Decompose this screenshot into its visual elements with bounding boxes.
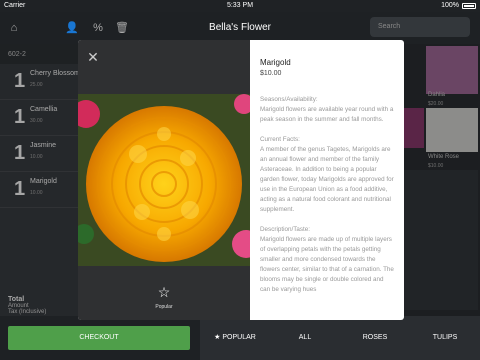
tab-roses[interactable]: ROSES bbox=[340, 316, 410, 360]
desc-heading: Current Facts: bbox=[260, 136, 300, 143]
favorite-label: Popular bbox=[155, 304, 173, 310]
search-input[interactable]: Search bbox=[370, 17, 470, 37]
battery-icon bbox=[462, 2, 476, 9]
product-detail-modal: ✕ ☆ Popular Marigold $10.00 Seasons/Avai… bbox=[78, 40, 404, 320]
status-bar: Carrier 5:33 PM 100% bbox=[0, 0, 480, 12]
product-description: Seasons/Availability: Marigold flowers ar… bbox=[260, 95, 394, 295]
desc-heading: Seasons/Availability: bbox=[260, 96, 318, 103]
desc-body: Marigold flowers are made up of multiple… bbox=[260, 236, 394, 293]
close-icon[interactable]: ✕ bbox=[86, 50, 100, 64]
marigold-illustration bbox=[78, 94, 250, 266]
checkout-button[interactable]: CHECKOUT bbox=[8, 326, 190, 350]
status-time: 5:33 PM bbox=[226, 2, 254, 9]
desc-body: Marigold flowers are available year roun… bbox=[260, 106, 394, 123]
tab-tulips[interactable]: TULIPS bbox=[410, 316, 480, 360]
modal-details: Marigold $10.00 Seasons/Availability: Mar… bbox=[250, 40, 404, 320]
tab-all[interactable]: ALL bbox=[270, 316, 340, 360]
product-price: $10.00 bbox=[260, 70, 282, 77]
category-tabs: ★ POPULAR ALL ROSES TULIPS bbox=[200, 316, 480, 360]
checkout-area: CHECKOUT bbox=[0, 316, 200, 360]
modal-image-panel: ✕ ☆ Popular bbox=[78, 40, 250, 320]
tab-popular[interactable]: ★ POPULAR bbox=[200, 316, 270, 360]
star-icon[interactable]: ☆ bbox=[154, 282, 174, 302]
battery-indicator: 100% bbox=[441, 2, 476, 9]
marigold-image bbox=[78, 94, 250, 266]
battery-percent: 100% bbox=[441, 2, 459, 9]
product-name: Marigold bbox=[260, 58, 291, 67]
desc-heading: Description/Taste: bbox=[260, 226, 311, 233]
desc-body: A member of the genus Tagetes, Marigolds… bbox=[260, 146, 394, 213]
